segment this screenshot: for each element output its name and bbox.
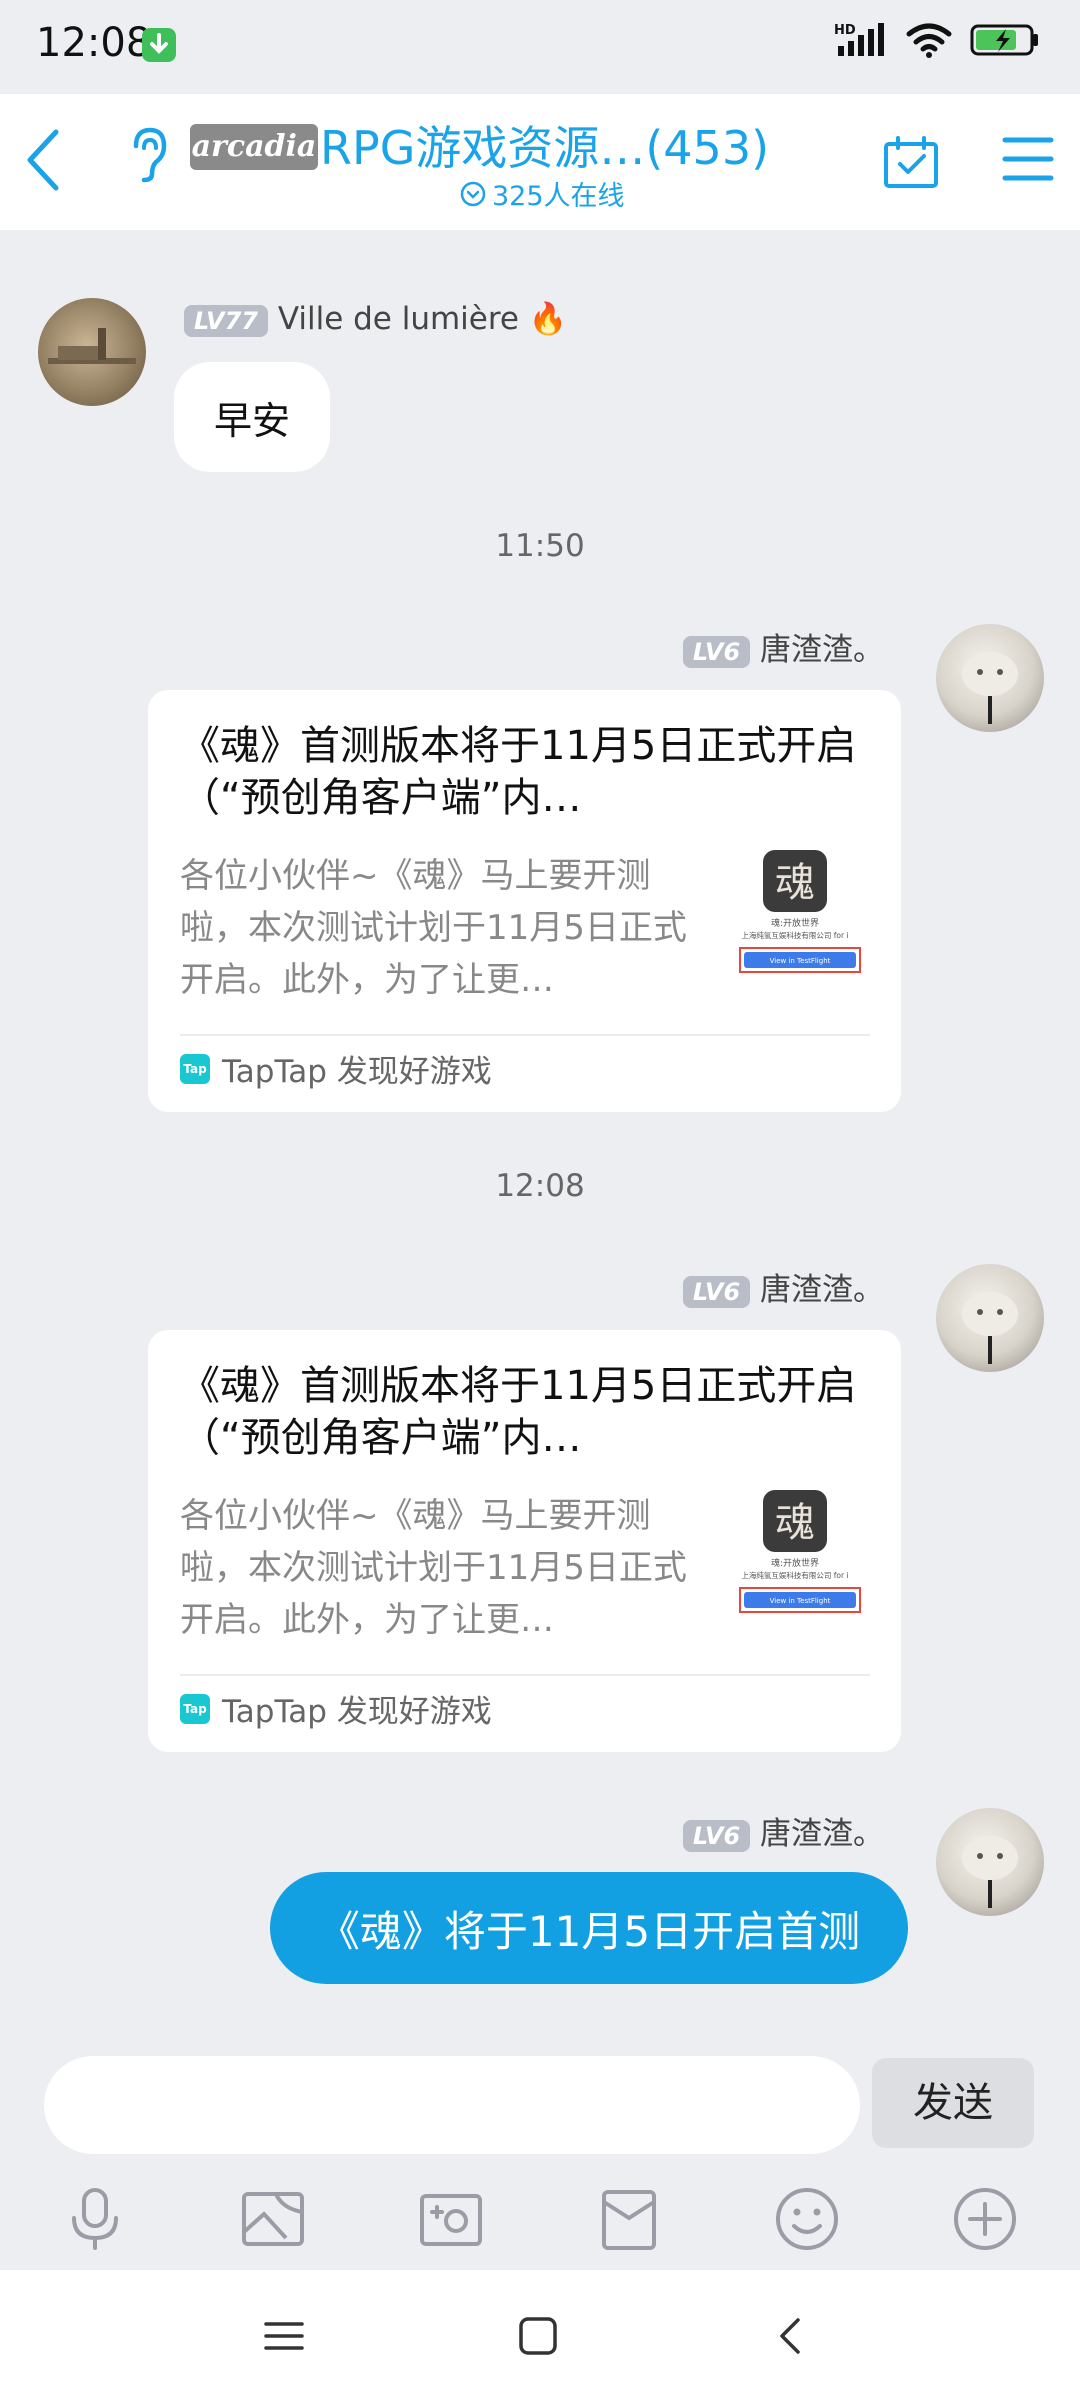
message-bubble[interactable]: 早安	[174, 362, 330, 472]
card-title: 《魂》首测版本将于11月5日正式开启（“预创角客户端”内…	[180, 723, 857, 821]
thumb-glyph: 魂	[775, 1500, 815, 1546]
signal-label: HD	[834, 23, 856, 38]
thumb-button: View in TestFlight	[770, 957, 831, 965]
card-title: 《魂》首测版本将于11月5日正式开启（“预创角客户端”内…	[180, 1363, 857, 1461]
card-divider	[180, 1034, 870, 1036]
thumb-company: 上海纯氩互娱科技有限公司 for i	[741, 930, 848, 940]
download-icon	[142, 28, 176, 62]
card-source-text: TapTap 发现好游戏	[222, 1694, 492, 1730]
ear-icon[interactable]	[126, 124, 172, 184]
recents-menu-icon[interactable]	[254, 2306, 314, 2366]
avatar[interactable]	[38, 298, 146, 406]
level-badge: LV6	[682, 1275, 751, 1308]
thumb-caption: 魂:开放世界	[771, 1557, 819, 1569]
level-badge: LV6	[682, 1819, 751, 1852]
home-square-icon[interactable]	[508, 2306, 568, 2366]
menu-icon[interactable]	[1002, 134, 1054, 184]
sender-name[interactable]: Ville de lumière 🔥	[278, 301, 568, 337]
card-thumbnail: 魂 魂:开放世界 上海纯氩互娱科技有限公司 for i View in Test…	[728, 1488, 873, 1628]
card-divider	[180, 1674, 870, 1676]
thumb-company: 上海纯氩互娱科技有限公司 for i	[741, 1570, 848, 1580]
sender-name[interactable]: 唐渣渣。	[760, 1272, 884, 1308]
online-count: 325人在线	[492, 181, 625, 212]
wifi-icon	[906, 22, 952, 62]
sender-name[interactable]: 唐渣渣。	[760, 1816, 884, 1852]
camera-icon[interactable]	[416, 2184, 486, 2254]
message-timestamp: 11:50	[495, 528, 585, 564]
online-check-icon	[460, 181, 486, 206]
image-icon[interactable]	[238, 2184, 308, 2254]
message-text: 《魂》将于11月5日开启首测	[317, 1906, 861, 1956]
back-button[interactable]	[14, 118, 74, 198]
thumb-caption: 魂:开放世界	[771, 917, 819, 929]
card-source-text: TapTap 发现好游戏	[222, 1054, 492, 1090]
avatar[interactable]	[936, 624, 1044, 732]
online-status: 325人在线	[460, 174, 625, 213]
sender-row: LV6 唐渣渣。	[682, 624, 884, 669]
taptap-logo-icon: Tap	[180, 1693, 210, 1724]
brand-logo: arcadia	[190, 124, 318, 170]
card-thumbnail: 魂 魂:开放世界 上海纯氩互娱科技有限公司 for i View in Test…	[728, 848, 873, 988]
microphone-icon[interactable]	[60, 2184, 130, 2254]
sender-row: LV6 唐渣渣。	[682, 1264, 884, 1309]
thumb-glyph: 魂	[775, 860, 815, 906]
card-description: 各位小伙伴~《魂》马上要开测啦，本次测试计划于11月5日正式开启。此外，为了让更…	[180, 1496, 687, 1640]
calendar-check-icon[interactable]	[882, 134, 940, 190]
send-button[interactable]: 发送	[872, 2058, 1034, 2148]
emoji-icon[interactable]	[772, 2184, 842, 2254]
input-toolbar	[0, 2170, 1080, 2270]
signal-icon: HD	[834, 22, 888, 62]
avatar-cat-icon	[962, 1292, 1018, 1364]
sender-row: LV77 Ville de lumière 🔥	[184, 300, 567, 337]
status-time: 12:08	[36, 20, 152, 66]
level-badge: LV6	[682, 635, 751, 668]
back-nav-icon[interactable]	[762, 2306, 822, 2366]
avatar-cat-icon	[962, 652, 1018, 724]
taptap-logo-icon: Tap	[180, 1053, 210, 1084]
message-text: 早安	[213, 398, 290, 443]
sender-name[interactable]: 唐渣渣。	[760, 632, 884, 668]
card-source: Tap TapTap 发现好游戏	[180, 1046, 492, 1091]
link-card[interactable]: 《魂》首测版本将于11月5日正式开启（“预创角客户端”内… 各位小伙伴~《魂》马…	[148, 1330, 901, 1752]
avatar-cat-icon	[962, 1836, 1018, 1908]
message-timestamp: 12:08	[495, 1168, 585, 1204]
card-source: Tap TapTap 发现好游戏	[180, 1686, 492, 1731]
message-input[interactable]	[44, 2056, 860, 2154]
system-nav-bar	[0, 2270, 1080, 2400]
sender-row: LV6 唐渣渣。	[682, 1808, 884, 1853]
card-description: 各位小伙伴~《魂》马上要开测啦，本次测试计划于11月5日正式开启。此外，为了让更…	[180, 856, 687, 1000]
status-indicators: HD	[834, 22, 1040, 62]
avatar[interactable]	[936, 1808, 1044, 1916]
avatar-photo-icon	[48, 328, 136, 364]
link-card[interactable]: 《魂》首测版本将于11月5日正式开启（“预创角客户端”内… 各位小伙伴~《魂》马…	[148, 690, 901, 1112]
status-bar: 12:08 HD	[0, 0, 1080, 94]
group-title[interactable]: RPG游戏资源…(453)	[320, 112, 769, 178]
thumb-button: View in TestFlight	[770, 1597, 831, 1605]
chat-header: arcadia RPG游戏资源…(453) 325人在线	[0, 94, 1080, 230]
level-badge: LV77	[184, 304, 268, 337]
avatar[interactable]	[936, 1264, 1044, 1372]
battery-icon	[970, 22, 1040, 62]
plus-icon[interactable]	[950, 2184, 1020, 2254]
message-bubble-own[interactable]: 《魂》将于11月5日开启首测	[270, 1872, 908, 1984]
red-packet-icon[interactable]	[594, 2184, 664, 2254]
chevron-left-icon	[27, 129, 59, 191]
